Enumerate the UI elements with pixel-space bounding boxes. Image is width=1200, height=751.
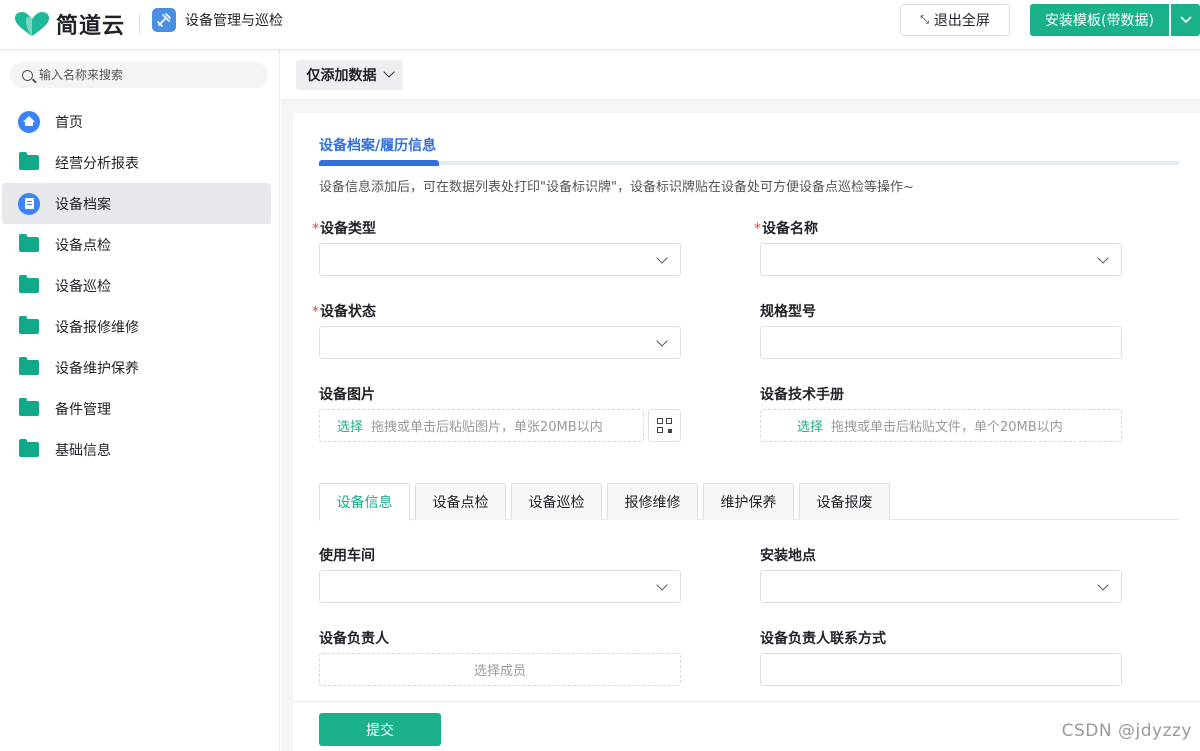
sidebar-item-label: 设备报修维修 — [55, 319, 139, 336]
device-status-select[interactable] — [319, 326, 681, 359]
tab-repair[interactable]: 报修维修 — [607, 483, 698, 520]
collapse-arrows-icon: ⤡ — [920, 13, 929, 26]
sidebar-item-label: 首页 — [55, 114, 83, 131]
home-icon — [18, 110, 40, 133]
exit-fullscreen-button[interactable]: ⤡ 退出全屏 — [900, 4, 1010, 36]
required-mark: * — [754, 221, 761, 237]
header-divider — [139, 14, 140, 34]
required-mark: * — [312, 221, 319, 237]
sidebar: 首页 经营分析报表 设备档案 设备点检 设备巡检 设备报修维修 设备维护保养 — [0, 50, 280, 751]
mode-toolbar: 仅添加数据 — [281, 50, 1200, 100]
app-title[interactable]: 设备管理与巡检 — [185, 10, 283, 30]
sidebar-item-spare-parts[interactable]: 备件管理 — [2, 388, 271, 429]
device-type-select[interactable] — [319, 243, 681, 276]
tab-maintenance[interactable]: 维护保养 — [703, 483, 794, 520]
tab-device-info[interactable]: 设备信息 — [319, 483, 410, 521]
form-card: 设备档案/履历信息 设备信息添加后，可在数据列表处打印"设备标识牌"，设备标识牌… — [293, 113, 1200, 751]
location-select[interactable] — [760, 570, 1122, 603]
section-underline — [319, 161, 1179, 165]
folder-icon — [19, 398, 39, 416]
sidebar-item-home[interactable]: 首页 — [2, 101, 271, 142]
device-type-text: 设备类型 — [320, 221, 376, 237]
qr-code-icon — [657, 418, 672, 433]
search-input[interactable] — [39, 68, 239, 82]
sidebar-item-label: 设备点检 — [55, 237, 111, 254]
upload-hint: 拖拽或单击后粘贴图片，单张20MB以内 — [371, 420, 603, 435]
section-underline-accent — [319, 160, 439, 166]
spec-model-input[interactable] — [760, 326, 1122, 359]
owner-member-picker[interactable]: 选择成员 — [319, 653, 681, 686]
app-tools-icon — [152, 8, 176, 32]
install-template-button[interactable]: 安装模板(带数据) — [1030, 4, 1169, 36]
folder-icon — [19, 152, 39, 170]
sidebar-item-analysis-reports[interactable]: 经营分析报表 — [2, 142, 271, 183]
device-name-label: *设备名称 — [754, 218, 818, 238]
form-description: 设备信息添加后，可在数据列表处打印"设备标识牌"，设备标识牌贴在设备处可方便设备… — [319, 180, 914, 195]
upload-pick: 选择 — [337, 420, 364, 435]
location-label: 安装地点 — [760, 548, 816, 564]
sidebar-item-repair[interactable]: 设备报修维修 — [2, 306, 271, 347]
mode-label: 仅添加数据 — [306, 68, 377, 84]
folder-icon — [19, 316, 39, 334]
sidebar-item-label: 设备档案 — [55, 196, 111, 213]
chevron-down-icon — [382, 66, 395, 78]
chevron-down-icon — [1179, 16, 1192, 24]
install-options-button[interactable] — [1171, 4, 1200, 36]
main-area: 仅添加数据 设备档案/履历信息 设备信息添加后，可在数据列表处打印"设备标识牌"… — [281, 50, 1200, 751]
sidebar-item-label: 经营分析报表 — [55, 155, 139, 172]
device-name-text: 设备名称 — [762, 221, 818, 237]
owner-label: 设备负责人 — [319, 631, 389, 647]
upload-hint: 拖拽或单击后粘贴文件，单个20MB以内 — [831, 420, 1063, 435]
device-status-text: 设备状态 — [320, 304, 376, 320]
device-status-label: *设备状态 — [312, 301, 376, 321]
sidebar-item-label: 基础信息 — [55, 442, 111, 459]
workshop-select[interactable] — [319, 570, 681, 603]
tab-patrol[interactable]: 设备巡检 — [511, 483, 602, 520]
top-bar: 简道云 设备管理与巡检 ⤡ 退出全屏 安装模板(带数据) — [0, 0, 1200, 50]
tab-scrap[interactable]: 设备报废 — [799, 483, 890, 520]
sidebar-item-device-archive[interactable]: 设备档案 — [2, 183, 271, 224]
tab-spot-check[interactable]: 设备点检 — [415, 483, 506, 520]
sidebar-nav: 首页 经营分析报表 设备档案 设备点检 设备巡检 设备报修维修 设备维护保养 备… — [0, 101, 280, 470]
sidebar-item-label: 设备维护保养 — [55, 360, 139, 377]
logo-heart-icon — [14, 11, 50, 37]
sidebar-item-basic-info[interactable]: 基础信息 — [2, 429, 271, 470]
folder-icon — [19, 357, 39, 375]
detail-tabs: 设备信息 设备点检 设备巡检 报修维修 维护保养 设备报废 — [319, 483, 1179, 521]
workshop-label: 使用车间 — [319, 548, 375, 564]
upload-pick: 选择 — [797, 420, 824, 435]
exit-fullscreen-label: 退出全屏 — [933, 13, 990, 29]
spec-model-label: 规格型号 — [760, 304, 816, 320]
sidebar-item-label: 设备巡检 — [55, 278, 111, 295]
folder-icon — [19, 439, 39, 457]
device-image-label: 设备图片 — [319, 387, 375, 403]
folder-icon — [19, 234, 39, 252]
sidebar-item-spot-check[interactable]: 设备点检 — [2, 224, 271, 265]
device-image-upload[interactable]: 选择 拖拽或单击后粘贴图片，单张20MB以内 — [319, 409, 644, 442]
section-title: 设备档案/履历信息 — [319, 138, 437, 154]
required-mark: * — [312, 304, 319, 320]
qr-scan-button[interactable] — [648, 409, 681, 442]
folder-icon — [19, 275, 39, 293]
sidebar-item-maintenance[interactable]: 设备维护保养 — [2, 347, 271, 388]
sidebar-search — [10, 62, 268, 88]
search-icon — [22, 69, 33, 81]
sidebar-item-label: 备件管理 — [55, 401, 111, 418]
brand-name: 简道云 — [56, 14, 126, 39]
submit-button[interactable]: 提交 — [319, 713, 441, 746]
tech-manual-label: 设备技术手册 — [760, 387, 844, 403]
brand-logo[interactable]: 简道云 — [14, 8, 125, 40]
tech-manual-upload[interactable]: 选择 拖拽或单击后粘贴文件，单个20MB以内 — [760, 409, 1122, 442]
device-type-label: *设备类型 — [312, 218, 376, 238]
sidebar-item-patrol[interactable]: 设备巡检 — [2, 265, 271, 306]
owner-contact-label: 设备负责人联系方式 — [760, 631, 886, 647]
watermark: CSDN @jdyzzy — [1061, 721, 1192, 741]
document-icon — [18, 192, 40, 215]
device-name-select[interactable] — [760, 243, 1122, 276]
owner-contact-input[interactable] — [760, 653, 1122, 686]
mode-dropdown[interactable]: 仅添加数据 — [296, 60, 403, 90]
